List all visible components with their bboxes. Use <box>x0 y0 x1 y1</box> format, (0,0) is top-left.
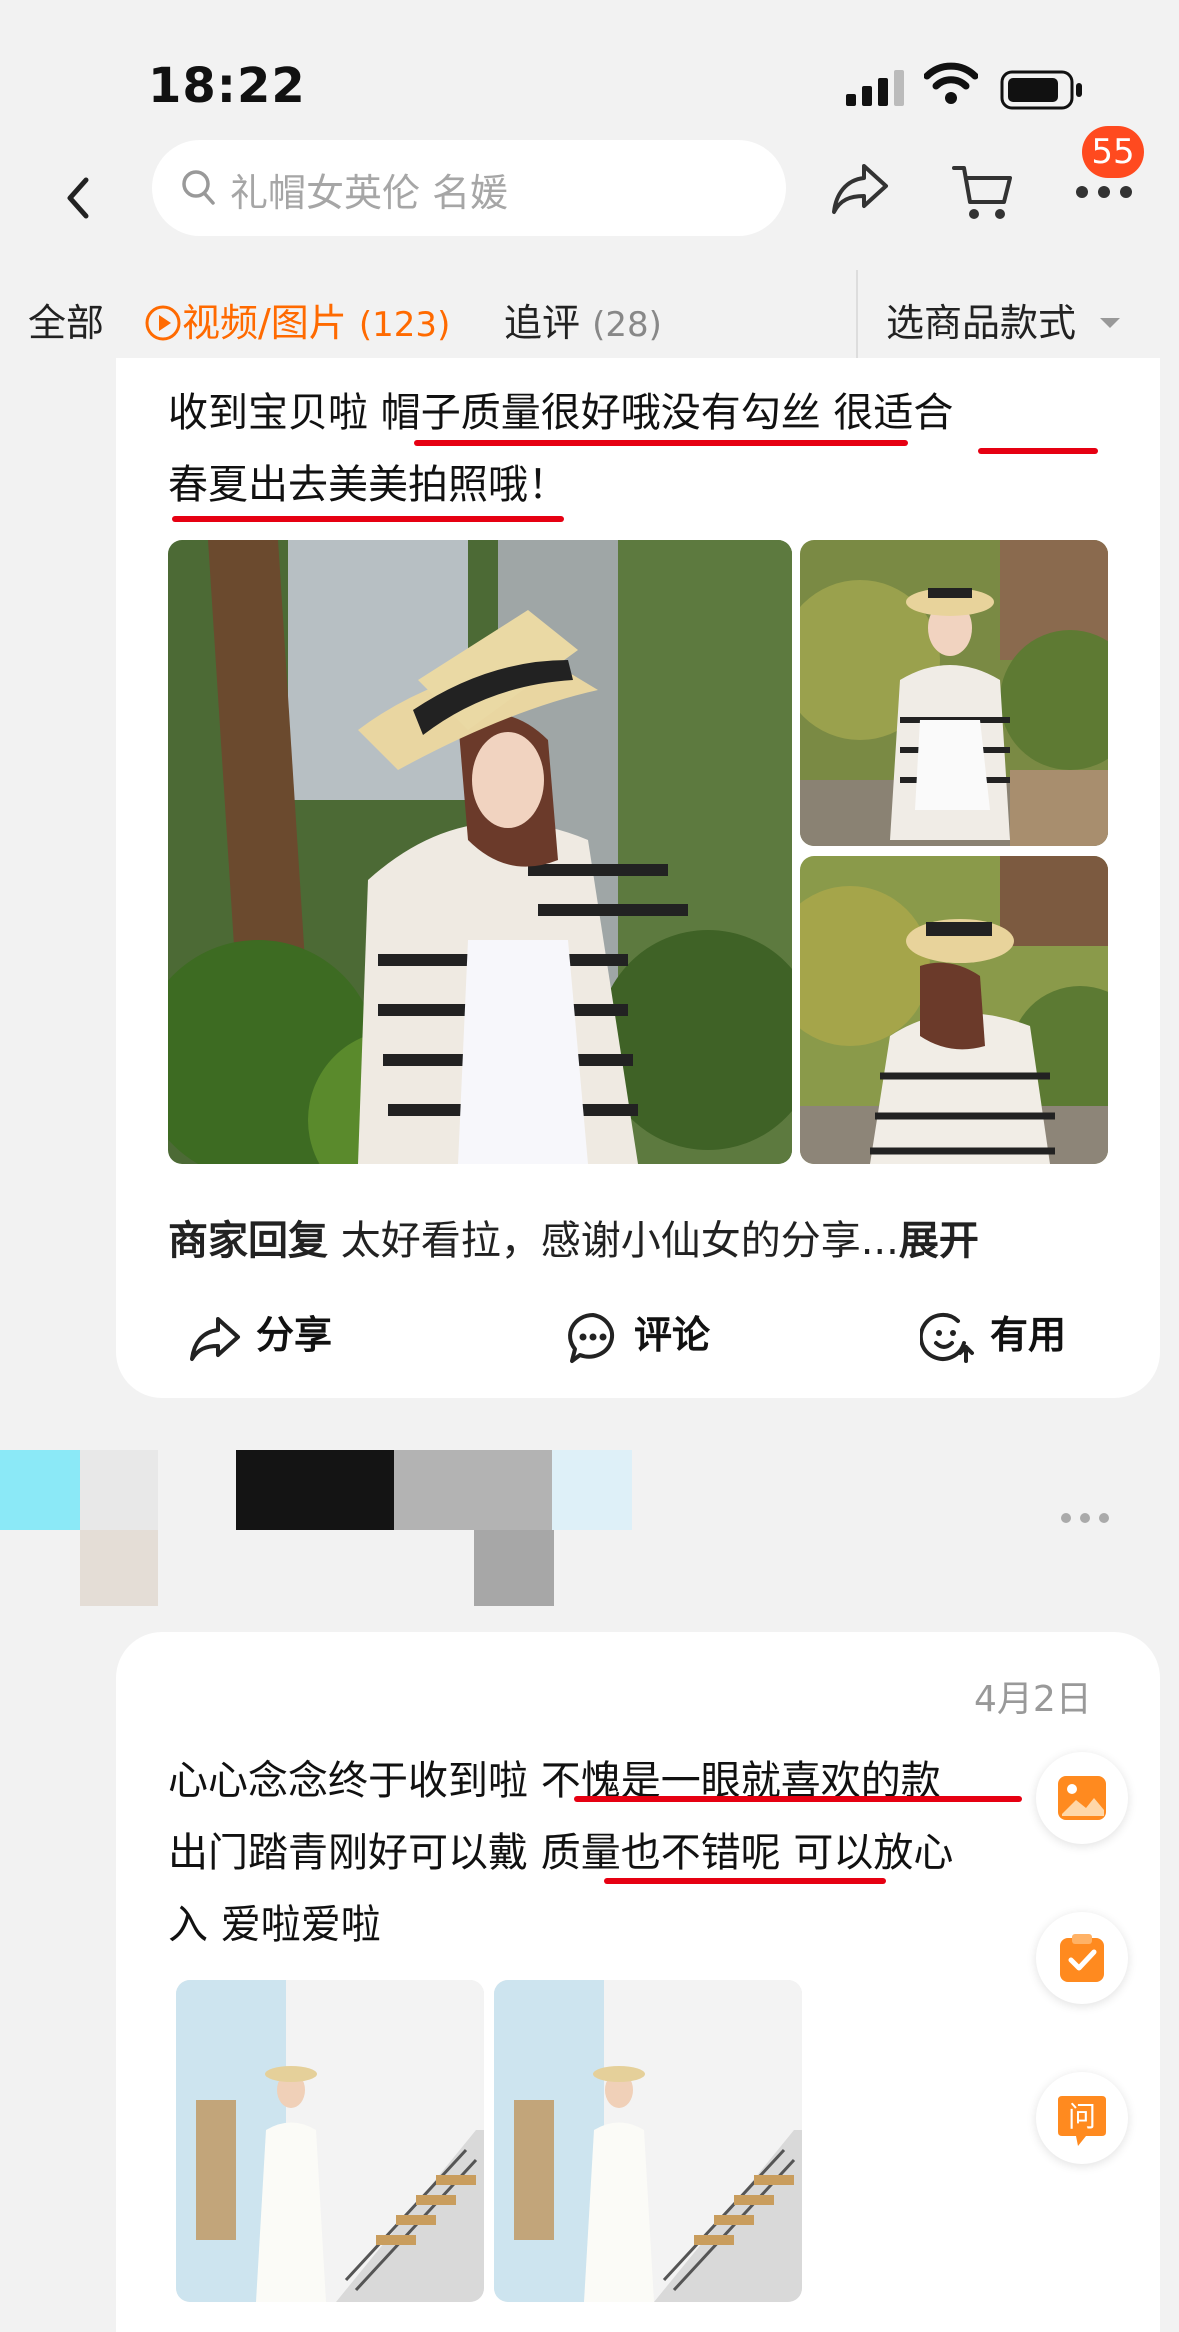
tab-media-count: (123) <box>358 305 451 345</box>
comment-action[interactable]: 评论 <box>566 1304 710 1365</box>
status-bar: 18:22 <box>0 0 1179 140</box>
highlight-underline <box>978 448 1098 454</box>
username-redacted <box>394 1450 552 1530</box>
highlight-underline <box>414 440 908 446</box>
share-action[interactable]: 分享 <box>186 1304 332 1363</box>
tab-followup-label: 追评 <box>504 301 581 345</box>
review-photo[interactable] <box>176 1980 484 2302</box>
merchant-reply-text: 太好看拉，感谢小仙女的分享... <box>340 1218 899 1264</box>
share-label: 分享 <box>256 1313 333 1357</box>
nav-bar: 礼帽女英伦 名媛 55 <box>0 126 1179 262</box>
useful-label: 有用 <box>990 1313 1067 1357</box>
signal-icon <box>846 70 904 106</box>
review-text-line: 春夏出去美美拍照哦！ <box>168 462 568 508</box>
status-time: 18:22 <box>148 58 306 114</box>
merchant-reply-label: 商家回复 <box>168 1218 328 1264</box>
checklist-button[interactable] <box>1036 1912 1128 2004</box>
comment-icon <box>568 1312 614 1363</box>
tab-media-label: 视频/图片 <box>182 301 347 345</box>
tab-media[interactable]: 视频/图片 (123) <box>144 292 450 347</box>
cart-count-badge: 55 <box>1082 126 1144 178</box>
tab-all[interactable]: 全部 <box>28 292 104 347</box>
highlight-underline <box>574 1796 1022 1802</box>
tab-followup-count: (28) <box>592 305 662 345</box>
review-photo[interactable] <box>494 1980 802 2302</box>
review-text-line: 出门踏青刚好可以戴 质量也不错呢 可以放心 <box>168 1830 954 1876</box>
review-photo[interactable] <box>800 540 1108 846</box>
review-text-line: 入 爱啦爱啦 <box>168 1902 381 1948</box>
review-date: 4月2日 <box>974 1679 1092 1720</box>
clipboard-check-icon <box>1060 1934 1104 1982</box>
comment-label: 评论 <box>634 1313 711 1357</box>
review-text-line: 收到宝贝啦 帽子质量很好哦没有勾丝 很适合 <box>168 390 954 436</box>
tab-divider <box>856 270 858 360</box>
ask-label: 问 <box>1068 2100 1096 2133</box>
image-icon <box>1058 1776 1106 1820</box>
more-icon[interactable] <box>1060 1512 1110 1524</box>
tab-followup[interactable]: 追评 (28) <box>504 292 662 347</box>
more-icon[interactable] <box>1074 184 1134 200</box>
highlight-underline <box>604 1878 886 1884</box>
useful-action[interactable]: 有用 <box>918 1304 1067 1365</box>
user-level-redacted <box>474 1530 554 1606</box>
video-play-icon <box>145 305 181 341</box>
back-icon[interactable] <box>52 168 112 228</box>
avatar <box>80 1450 158 1530</box>
tab-all-label: 全部 <box>28 301 105 345</box>
search-placeholder: 礼帽女英伦 名媛 <box>230 171 509 215</box>
username-redacted <box>552 1450 632 1530</box>
wifi-icon <box>924 62 978 104</box>
review-photo[interactable] <box>800 856 1108 1164</box>
avatar <box>80 1530 158 1606</box>
thumbs-up-icon <box>918 1312 974 1363</box>
merchant-reply: 商家回复 太好看拉，感谢小仙女的分享...展开 <box>168 1208 979 1266</box>
search-input[interactable]: 礼帽女英伦 名媛 <box>152 140 786 236</box>
search-icon <box>182 170 215 205</box>
question-bubble-icon: 问 <box>1058 2096 1106 2146</box>
username-redacted <box>236 1450 394 1530</box>
highlight-underline <box>172 516 564 522</box>
battery-icon <box>1000 70 1082 110</box>
caret-down-icon <box>1100 318 1121 328</box>
variant-selector[interactable]: 选商品款式 <box>886 292 1122 347</box>
review-filter-tabs: 全部 视频/图片 (123) 追评 (28) 选商品款式 <box>0 262 1179 372</box>
review-photo[interactable] <box>168 540 792 1164</box>
share-icon[interactable] <box>828 158 892 218</box>
cart-icon[interactable] <box>950 158 1016 224</box>
expand-link[interactable]: 展开 <box>899 1218 979 1264</box>
ask-button[interactable]: 问 <box>1036 2072 1128 2164</box>
image-filter-button[interactable] <box>1036 1752 1128 1844</box>
share-icon <box>190 1316 240 1361</box>
variant-selector-label: 选商品款式 <box>886 301 1077 345</box>
avatar <box>0 1450 80 1530</box>
